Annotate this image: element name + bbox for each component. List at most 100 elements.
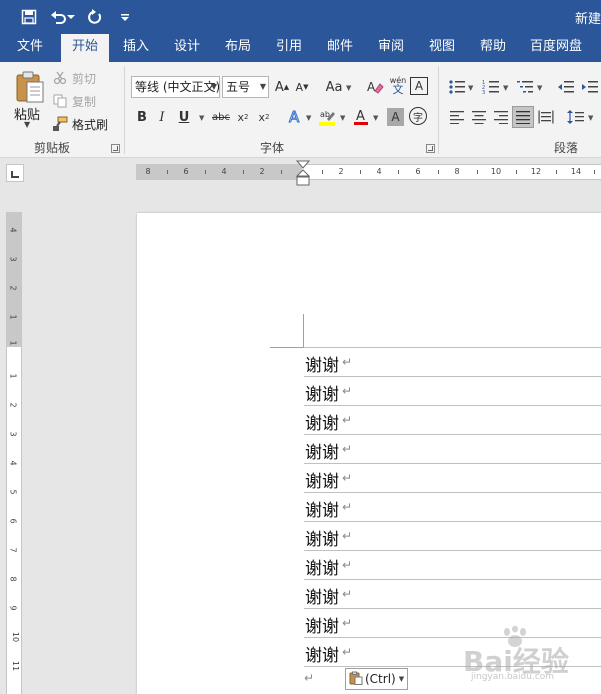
tab-selector-icon[interactable] <box>6 164 24 182</box>
text-line[interactable]: 谢谢 ↵ <box>304 550 601 579</box>
line-text: 谢谢 <box>305 356 339 376</box>
change-case-icon[interactable]: Aa <box>322 76 346 98</box>
strikethrough-button[interactable]: abc <box>209 106 233 128</box>
character-border-icon[interactable]: A <box>410 77 428 95</box>
clear-format-icon[interactable]: A <box>365 76 385 98</box>
line-spacing-icon[interactable] <box>566 106 586 128</box>
ruler-mark <box>516 170 517 174</box>
decrease-indent-icon[interactable] <box>556 76 576 98</box>
ruler-tick: 4 <box>376 167 382 176</box>
ruler-mark <box>398 170 399 174</box>
ruler-tick: 12 <box>530 167 542 176</box>
tab-layout[interactable]: 布局 <box>216 34 260 62</box>
font-size-combo[interactable]: 五号 ▼ <box>222 76 269 98</box>
tab-file[interactable]: 文件 <box>8 34 52 62</box>
bullets-dropdown-icon[interactable]: ▼ <box>468 84 473 92</box>
paste-icon[interactable] <box>14 70 46 104</box>
text-line[interactable]: 谢谢 ↵ <box>304 405 601 434</box>
line-text: 谢谢 <box>305 559 339 579</box>
distributed-icon[interactable] <box>536 106 556 128</box>
ruler-tick: 1 <box>8 314 18 320</box>
paragraph-mark: ↵ <box>342 587 353 601</box>
font-launcher-icon[interactable] <box>426 144 435 153</box>
italic-button[interactable]: I <box>153 106 171 128</box>
align-left-icon[interactable] <box>447 106 467 128</box>
paragraph-mark: ↵ <box>342 442 353 456</box>
paste-small-icon <box>349 671 363 688</box>
ruler-mark <box>205 170 206 174</box>
highlight-dropdown-icon[interactable]: ▼ <box>340 114 345 122</box>
ruler-mark <box>243 170 244 174</box>
text-line[interactable]: 谢谢 ↵ <box>304 579 601 608</box>
tab-design[interactable]: 设计 <box>165 34 209 62</box>
indent-marker-icon[interactable] <box>296 160 310 188</box>
text-line[interactable]: 谢谢 ↵ <box>304 492 601 521</box>
ruler-tick: 6 <box>8 518 18 524</box>
ruler-tick: 8 <box>8 576 18 582</box>
grow-font-icon[interactable]: A ▲ <box>272 76 292 98</box>
font-color-dropdown-icon[interactable]: ▼ <box>373 114 378 122</box>
superscript-button[interactable]: x2 <box>255 106 273 128</box>
ruler-tick: 10 <box>490 167 502 176</box>
vertical-ruler[interactable]: 4 3 2 1 1 1 2 3 4 5 6 7 8 9 10 11 <box>6 212 22 694</box>
tab-baidu-netdisk[interactable]: 百度网盘 <box>524 34 588 62</box>
align-right-icon[interactable] <box>491 106 511 128</box>
increase-indent-icon[interactable] <box>580 76 600 98</box>
justify-icon[interactable] <box>512 106 534 128</box>
paragraph-mark: ↵ <box>304 671 315 685</box>
save-icon[interactable] <box>18 6 40 28</box>
cut-button[interactable]: 剪切 <box>52 68 96 88</box>
undo-dropdown-icon[interactable] <box>66 6 76 28</box>
clipboard-launcher-icon[interactable] <box>111 144 120 153</box>
text-line[interactable]: 谢谢 ↵ <box>304 376 601 405</box>
text-line[interactable]: 谢谢 ↵ <box>304 521 601 550</box>
ruler-tick: 1 <box>8 373 18 379</box>
numbering-dropdown-icon[interactable]: ▼ <box>503 84 508 92</box>
align-center-icon[interactable] <box>469 106 489 128</box>
phonetic-guide-icon[interactable]: wén 文 <box>388 74 408 96</box>
format-painter-button[interactable]: 格式刷 <box>52 114 108 134</box>
text-effects-icon[interactable]: A <box>286 106 304 128</box>
paste-options-button[interactable]: (Ctrl) ▼ <box>345 668 408 690</box>
subscript-button[interactable]: x2 <box>234 106 252 128</box>
paragraph-mark: ↵ <box>342 471 353 485</box>
text-effects-dropdown-icon[interactable]: ▼ <box>306 114 311 122</box>
scissors-icon <box>52 70 68 86</box>
customize-icon[interactable] <box>114 6 136 28</box>
character-shading-icon[interactable]: A <box>387 108 404 126</box>
tab-insert[interactable]: 插入 <box>114 34 158 62</box>
tab-references[interactable]: 引用 <box>267 34 311 62</box>
paragraph-mark: ↵ <box>342 645 353 659</box>
bullets-icon[interactable] <box>447 76 467 98</box>
highlight-icon[interactable]: ab <box>317 106 337 128</box>
horizontal-ruler[interactable]: 8 6 4 2 2 4 6 8 10 12 14 <box>136 164 601 180</box>
numbering-icon[interactable]: 123 <box>481 76 501 98</box>
enclose-characters-icon[interactable]: 字 <box>409 107 427 125</box>
shrink-font-icon[interactable]: A ▼ <box>293 76 311 98</box>
tab-home[interactable]: 开始 <box>61 34 109 62</box>
paragraph-mark: ↵ <box>342 529 353 543</box>
line-spacing-dropdown-icon[interactable]: ▼ <box>588 114 593 122</box>
redo-icon[interactable] <box>84 6 106 28</box>
multilevel-dropdown-icon[interactable]: ▼ <box>537 84 542 92</box>
underline-dropdown-icon[interactable]: ▼ <box>199 114 204 122</box>
tab-mailings[interactable]: 邮件 <box>318 34 362 62</box>
tab-view[interactable]: 视图 <box>420 34 464 62</box>
text-line[interactable]: 谢谢 ↵ <box>304 347 601 376</box>
copy-button[interactable]: 复制 <box>52 91 96 111</box>
text-line[interactable]: 谢谢 ↵ <box>304 463 601 492</box>
text-line[interactable]: 谢谢 ↵ <box>304 434 601 463</box>
change-case-dropdown-icon[interactable]: ▼ <box>346 84 351 92</box>
underline-button[interactable]: U <box>175 106 193 128</box>
paste-dropdown-icon[interactable]: ▼ <box>24 120 30 129</box>
tab-review[interactable]: 审阅 <box>369 34 413 62</box>
paste-options-label: (Ctrl) <box>365 672 396 686</box>
font-name-combo[interactable]: 等线 (中文正文) ▼ <box>131 76 220 98</box>
bold-button[interactable]: B <box>133 106 151 128</box>
group-divider <box>124 66 125 154</box>
font-color-icon[interactable]: A <box>352 106 370 128</box>
ruler-tick: 4 <box>221 167 227 176</box>
tab-help[interactable]: 帮助 <box>471 34 515 62</box>
multilevel-list-icon[interactable] <box>515 76 535 98</box>
paragraph-mark: ↵ <box>342 413 353 427</box>
